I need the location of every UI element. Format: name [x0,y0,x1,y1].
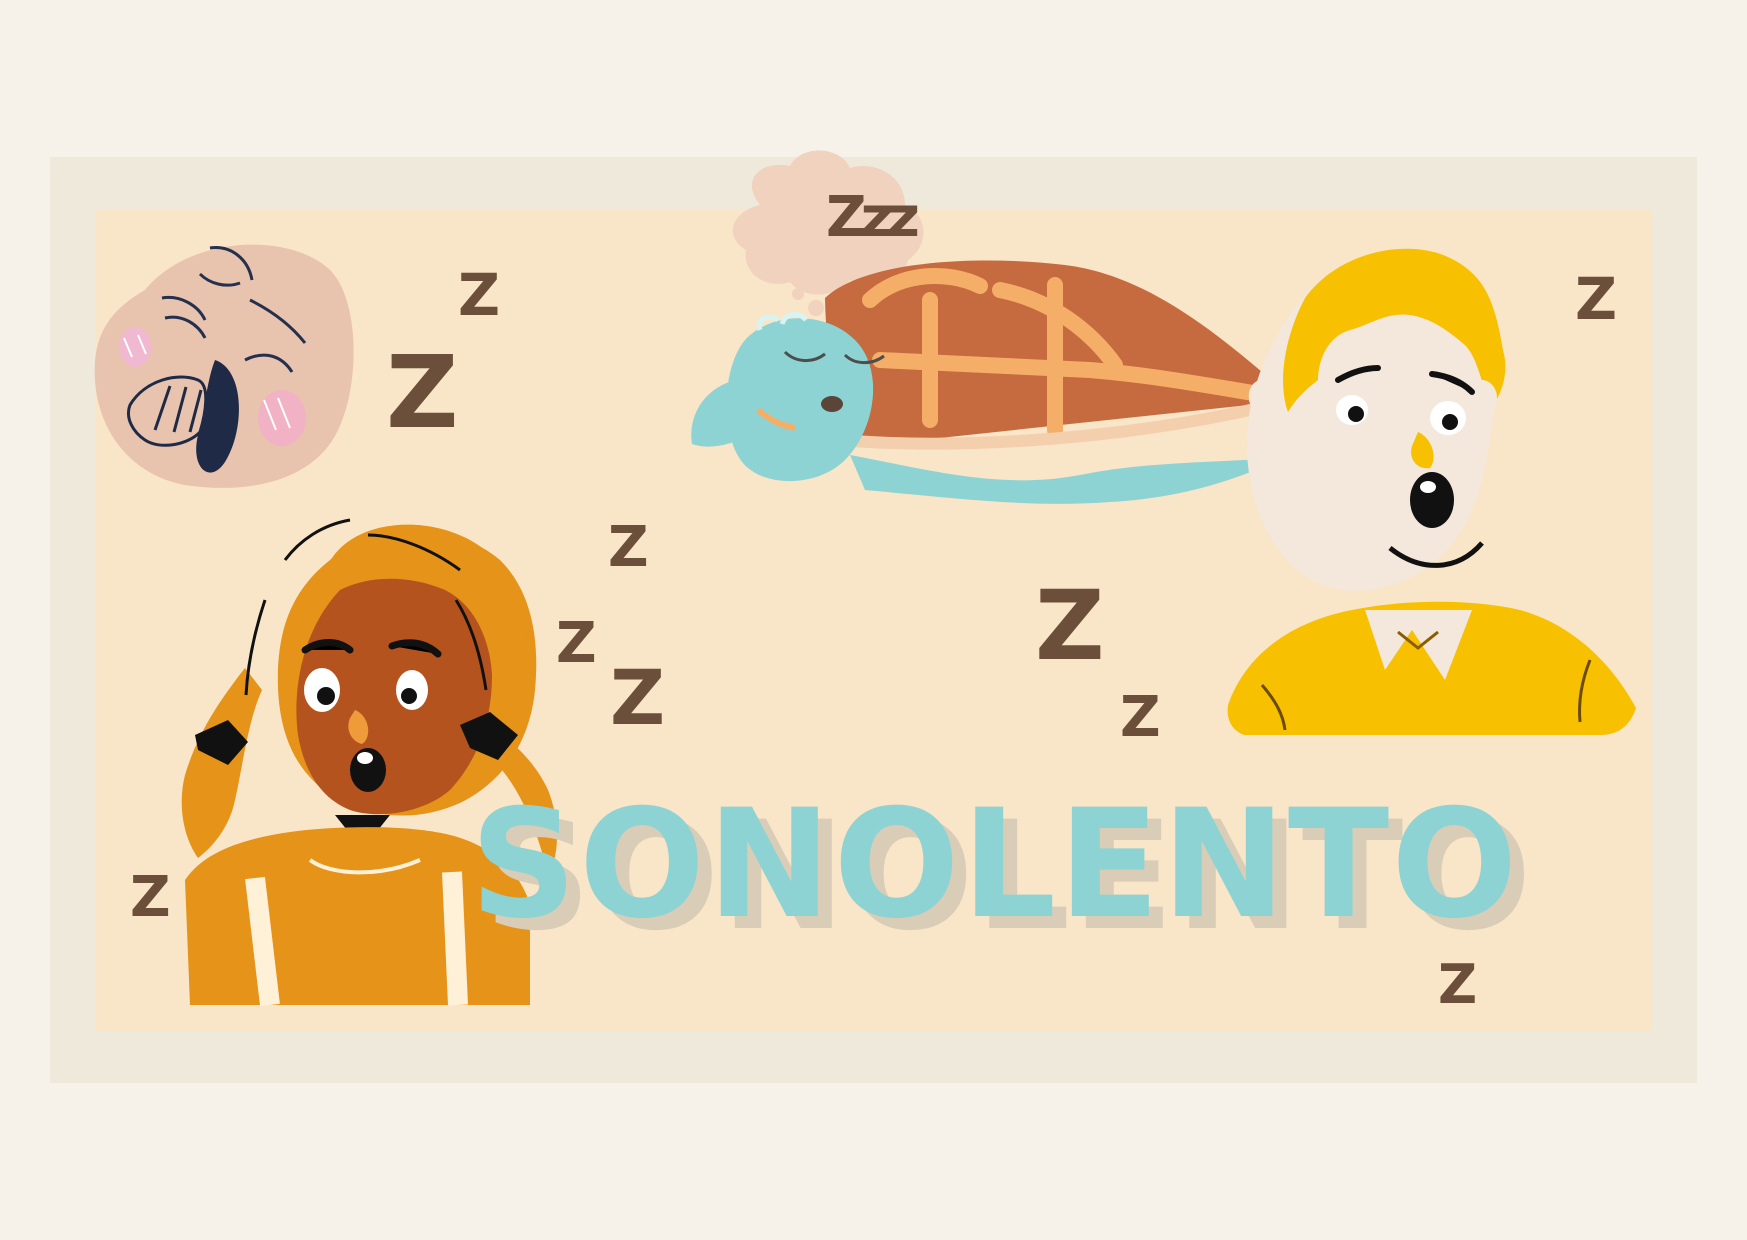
z-mark-girl-4: Z [130,865,171,930]
z-mark-bottom-right: Z [1438,953,1478,1016]
sleeping-turtle-icon [691,150,1306,504]
z-mark-baby-big: Z [386,334,459,451]
z-mark-boy: Z [1575,265,1618,333]
page-title: SONOLENTO [470,778,1520,952]
z-mark-middle-big: Z [1035,570,1105,682]
z-mark-girl-1: Z [608,515,649,580]
z-mark-girl-2: Z [556,611,597,676]
yawning-baby-icon [94,244,354,488]
z-mark-middle-small: Z [1120,685,1161,750]
z-mark-girl-3: Z [610,653,666,742]
z-mark-baby-top: Z [458,261,501,329]
cloud-zzz: Zzz [826,185,920,250]
title-wrap: SONOLENTO SONOLENTO [470,790,1650,960]
